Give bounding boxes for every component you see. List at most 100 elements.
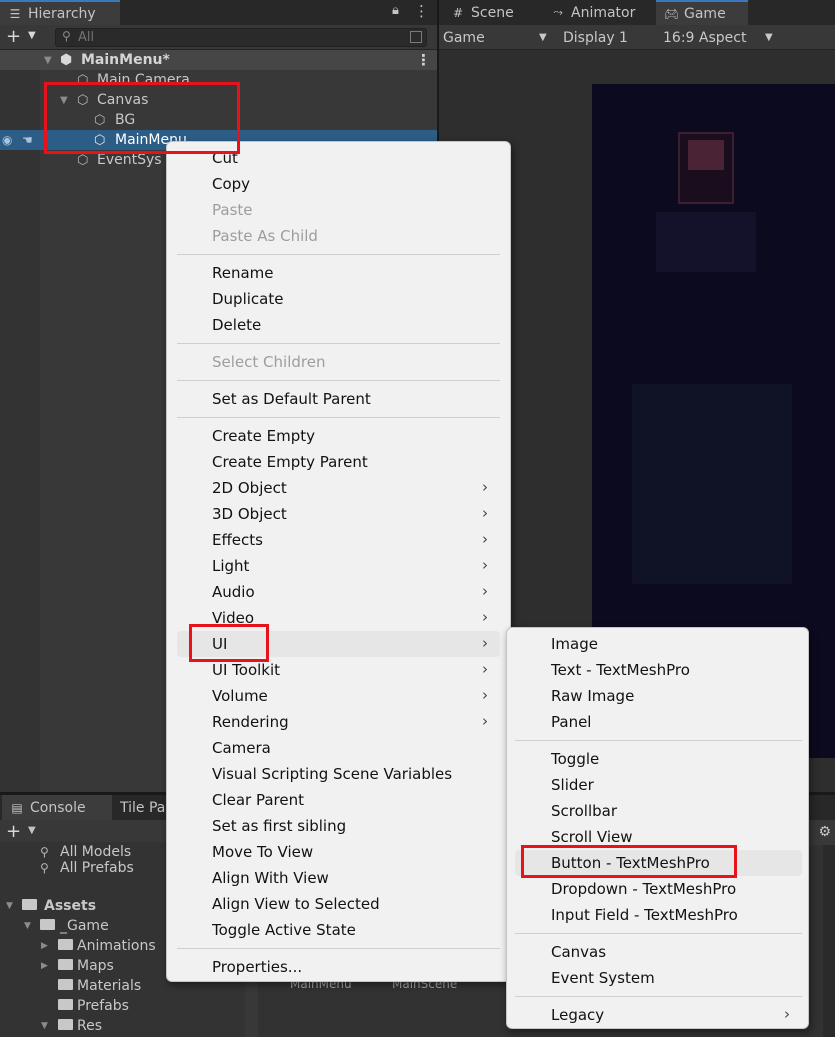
submenu-item-input-field-textmeshpro[interactable]: Input Field - TextMeshPro xyxy=(515,902,802,928)
menu-item-video[interactable]: Video › xyxy=(177,605,500,631)
submenu-item-scroll-view[interactable]: Scroll View xyxy=(515,824,802,850)
menu-item-rendering[interactable]: Rendering › xyxy=(177,709,500,735)
ui-submenu: Image Text - TextMeshPro Raw Image Panel… xyxy=(506,627,809,1029)
settings-icon[interactable]: ⚙ xyxy=(818,824,831,840)
menu-item-toggle-active-state[interactable]: Toggle Active State xyxy=(177,917,500,943)
scene-row[interactable]: ▼ ⬢ MainMenu* ⋮ xyxy=(0,50,437,70)
view-mode-dropdown[interactable]: Game ▼ xyxy=(443,25,553,50)
game-sprite xyxy=(632,384,792,584)
menu-item-create-empty-parent[interactable]: Create Empty Parent xyxy=(177,449,500,475)
project-item-prefabs[interactable]: Prefabs xyxy=(0,996,245,1016)
menu-item-cut[interactable]: Cut xyxy=(177,145,500,171)
hierarchy-item-canvas[interactable]: ▼ ⬡ Canvas xyxy=(0,90,437,110)
add-object-button[interactable]: + xyxy=(6,27,21,47)
chevron-right-icon: › xyxy=(482,530,488,548)
menu-item-3d-object[interactable]: 3D Object › xyxy=(177,501,500,527)
menu-item-clear-parent[interactable]: Clear Parent xyxy=(177,787,500,813)
menu-item-rename[interactable]: Rename xyxy=(177,260,500,286)
menu-separator xyxy=(515,740,802,741)
tab-hierarchy-label: Hierarchy xyxy=(28,5,96,22)
menu-item-create-empty[interactable]: Create Empty xyxy=(177,423,500,449)
hierarchy-item-bg[interactable]: ⬡ BG xyxy=(0,110,437,130)
expand-arrow-icon[interactable]: ▶ xyxy=(41,961,48,971)
submenu-item-button-textmeshpro[interactable]: Button - TextMeshPro xyxy=(515,850,802,876)
project-item-res[interactable]: ▼ Res xyxy=(0,1016,245,1036)
tab-hierarchy[interactable]: ☰ Hierarchy xyxy=(0,0,120,25)
hierarchy-context-menu: Cut Copy Paste Paste As Child Rename Dup… xyxy=(166,141,511,982)
expand-arrow-icon[interactable]: ▶ xyxy=(41,941,48,951)
assets-scrollbar[interactable] xyxy=(823,845,835,1037)
menu-item-ui-toolkit[interactable]: UI Toolkit › xyxy=(177,657,500,683)
chevron-down-icon[interactable]: ▼ xyxy=(28,825,36,836)
display-dropdown[interactable]: Display 1 ▼ xyxy=(563,25,773,50)
menu-separator xyxy=(515,933,802,934)
menu-item-visual-scripting-scene-variables[interactable]: Visual Scripting Scene Variables xyxy=(177,761,500,787)
menu-item-effects[interactable]: Effects › xyxy=(177,527,500,553)
menu-item-duplicate[interactable]: Duplicate xyxy=(177,286,500,312)
menu-item-set-default-parent[interactable]: Set as Default Parent xyxy=(177,386,500,412)
more-options-icon[interactable]: ⋮ xyxy=(416,51,431,69)
tab-game-label: Game xyxy=(684,5,726,22)
menu-item-label: Align View to Selected xyxy=(212,895,380,913)
folder-open-icon xyxy=(40,919,55,933)
tab-animator[interactable]: ⤳ Animator xyxy=(543,0,653,25)
search-filter-icon[interactable] xyxy=(410,31,422,43)
menu-item-volume[interactable]: Volume › xyxy=(177,683,500,709)
more-options-icon[interactable]: ⋮ xyxy=(414,2,429,20)
hierarchy-search-input[interactable]: ⚲ All xyxy=(55,28,427,47)
menu-item-align-with-view[interactable]: Align With View xyxy=(177,865,500,891)
chevron-down-icon[interactable]: ▼ xyxy=(28,30,36,41)
expand-arrow-icon[interactable]: ▼ xyxy=(6,901,13,911)
menu-item-move-to-view[interactable]: Move To View xyxy=(177,839,500,865)
expand-arrow-icon[interactable]: ▼ xyxy=(44,55,52,66)
menu-item-label: Duplicate xyxy=(212,290,284,308)
submenu-item-text-textmeshpro[interactable]: Text - TextMeshPro xyxy=(515,657,802,683)
menu-item-label: Raw Image xyxy=(551,687,635,705)
submenu-item-slider[interactable]: Slider xyxy=(515,772,802,798)
submenu-item-toggle[interactable]: Toggle xyxy=(515,746,802,772)
submenu-item-scrollbar[interactable]: Scrollbar xyxy=(515,798,802,824)
submenu-item-event-system[interactable]: Event System xyxy=(515,965,802,991)
submenu-item-panel[interactable]: Panel xyxy=(515,709,802,735)
search-icon: ⚲ xyxy=(40,845,49,859)
menu-item-select-children: Select Children xyxy=(177,349,500,375)
lock-icon[interactable]: 🔒︎ xyxy=(392,3,399,18)
project-item-label: Animations xyxy=(77,938,156,954)
tab-tile-palette[interactable]: Tile Pa xyxy=(112,795,172,820)
menu-item-set-first-sibling[interactable]: Set as first sibling xyxy=(177,813,500,839)
submenu-item-image[interactable]: Image xyxy=(515,631,802,657)
grid-icon: # xyxy=(452,5,464,20)
tab-scene[interactable]: # Scene xyxy=(443,0,535,25)
menu-item-delete[interactable]: Delete xyxy=(177,312,500,338)
menu-item-align-view-to-selected[interactable]: Align View to Selected xyxy=(177,891,500,917)
visibility-eye-icon[interactable]: ◉ xyxy=(2,133,12,147)
submenu-item-dropdown-textmeshpro[interactable]: Dropdown - TextMeshPro xyxy=(515,876,802,902)
add-asset-button[interactable]: + xyxy=(6,822,21,842)
menu-item-properties[interactable]: Properties... xyxy=(177,954,500,980)
menu-item-2d-object[interactable]: 2D Object › xyxy=(177,475,500,501)
menu-item-audio[interactable]: Audio › xyxy=(177,579,500,605)
tab-game[interactable]: 🎮︎ Game xyxy=(656,0,748,25)
expand-arrow-icon[interactable]: ▼ xyxy=(41,1021,48,1031)
folder-open-icon xyxy=(22,899,37,913)
menu-item-copy[interactable]: Copy xyxy=(177,171,500,197)
chevron-right-icon: › xyxy=(482,582,488,600)
submenu-item-legacy[interactable]: Legacy › xyxy=(515,1002,802,1028)
tab-console[interactable]: ▤ Console xyxy=(2,795,112,820)
submenu-item-canvas[interactable]: Canvas xyxy=(515,939,802,965)
pickable-hand-icon[interactable]: ☚ xyxy=(22,133,33,147)
submenu-item-raw-image[interactable]: Raw Image xyxy=(515,683,802,709)
unity-scene-icon: ⬢ xyxy=(60,52,73,68)
menu-item-label: Button - TextMeshPro xyxy=(551,854,710,872)
chevron-right-icon: › xyxy=(482,556,488,574)
menu-item-label: Panel xyxy=(551,713,592,731)
menu-item-ui[interactable]: UI › xyxy=(177,631,500,657)
menu-item-light[interactable]: Light › xyxy=(177,553,500,579)
expand-arrow-icon[interactable]: ▼ xyxy=(24,921,31,931)
hierarchy-item-main-camera[interactable]: ⬡ Main Camera xyxy=(0,70,437,90)
aspect-dropdown[interactable]: 16:9 Aspect xyxy=(663,25,746,50)
menu-item-label: Toggle xyxy=(551,750,600,768)
expand-arrow-icon[interactable]: ▼ xyxy=(60,95,68,106)
aspect-value: 16:9 Aspect xyxy=(663,29,747,46)
menu-item-camera[interactable]: Camera xyxy=(177,735,500,761)
